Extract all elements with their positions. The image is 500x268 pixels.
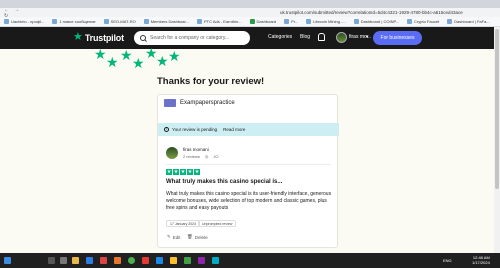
bookmark-item[interactable]: Pr... (284, 19, 298, 24)
bookmark-item[interactable]: 1 новое сообщение (52, 19, 96, 24)
location-pin-icon: ◎ (204, 154, 209, 159)
info-icon: i (164, 127, 169, 132)
favicon-icon (353, 19, 359, 24)
reviews-count: 2 reviews (183, 154, 200, 159)
edge-icon[interactable] (86, 257, 93, 264)
app-icon[interactable] (184, 257, 191, 264)
star-rating: ★ ★ ★ ★ ★ (166, 169, 200, 175)
company-name[interactable]: Exampaperspractice (180, 100, 235, 106)
search-icon (140, 35, 146, 41)
pending-text: Your review is pending (172, 127, 218, 132)
avatar (166, 147, 178, 159)
bookmark-item[interactable]: Members Dashboar... (143, 19, 189, 24)
star-icon: ★ (173, 169, 179, 175)
chrome-icon[interactable] (128, 257, 135, 264)
star-icon: ★ (180, 169, 186, 175)
company-header[interactable]: Exampaperspractice (164, 99, 235, 107)
star-icon: ★ (132, 55, 145, 71)
scrollbar[interactable] (494, 27, 500, 253)
reviewer-info: firas momani 2 reviews ◎ JO (166, 147, 219, 159)
language-indicator[interactable]: ENG (443, 258, 452, 263)
search-input[interactable] (150, 35, 246, 41)
trash-icon: 🗑 (187, 234, 193, 239)
favicon-icon (103, 19, 109, 24)
windows-start-icon[interactable] (4, 257, 11, 264)
nav-blog-link[interactable]: Blog (300, 34, 310, 40)
review-body: What truly makes this casino special is … (166, 191, 332, 211)
pencil-icon: ✎ (167, 234, 171, 239)
star-icon: ★ (187, 169, 193, 175)
browser-chrome: ← → ↻ uk.trustpilot.com/submitted/review… (0, 0, 500, 27)
delete-button[interactable]: 🗑 Delete (187, 234, 208, 240)
firefox-icon[interactable] (114, 257, 121, 264)
star-icon: ★ (166, 169, 172, 175)
search-box[interactable] (134, 31, 250, 45)
favicon-icon (249, 19, 255, 24)
favicon-icon (143, 19, 149, 24)
bookmark-item[interactable]: PTC Ads - Earnthin... (196, 19, 242, 24)
star-icon: ★ (168, 48, 181, 64)
opera-icon[interactable] (100, 257, 107, 264)
divider (166, 164, 331, 165)
star-icon: ★ (106, 54, 119, 70)
status-badge: Unprompted review (198, 220, 237, 227)
app-icon[interactable] (198, 257, 205, 264)
system-clock[interactable]: 12:48 AM 1/17/2024 (472, 255, 490, 265)
nav-categories-link[interactable]: Categories (268, 34, 292, 40)
bookmark-item[interactable]: Litecoin Mining -... (306, 19, 346, 24)
favicon-icon (4, 19, 9, 24)
bookmarks-bar: Uachieio - npoфl... 1 новое сообщение SE… (0, 17, 500, 27)
star-icon: ★ (94, 46, 107, 62)
favicon-icon (196, 19, 202, 24)
address-bar[interactable]: ← → ↻ uk.trustpilot.com/submitted/review… (0, 7, 500, 19)
favicon-icon (407, 19, 413, 24)
page-title: Thanks for your review! (157, 76, 265, 87)
for-businesses-button[interactable]: For businesses (373, 31, 422, 45)
reviewer-country: JO (213, 154, 219, 159)
bookmark-item[interactable]: Crypto Faucet (407, 19, 439, 24)
chevron-down-icon[interactable]: ▾ (366, 34, 369, 40)
app-icon[interactable] (142, 257, 149, 264)
edit-button[interactable]: ✎ Edit (167, 234, 181, 240)
app-icon[interactable] (170, 257, 177, 264)
reviewer-name: firas momani (183, 147, 209, 152)
star-icon: ★ (194, 169, 200, 175)
trustpilot-logo[interactable]: ★ Trustpilot (73, 32, 124, 43)
bookmark-item[interactable]: Dashboard | FaFa... (447, 19, 490, 24)
company-logo-icon (164, 99, 176, 107)
star-logo-icon: ★ (73, 31, 83, 43)
bookmark-item[interactable]: Uachieio - npoфl... (4, 19, 44, 24)
bookmark-item[interactable]: SEO-MAT-RO (103, 19, 136, 24)
site-header: ★ Trustpilot Categories Blog firas mo...… (0, 27, 500, 49)
review-card: Exampaperspractice i Your review is pend… (157, 94, 339, 248)
app-icon[interactable] (156, 257, 163, 264)
taskbar: ENG 12:48 AM 1/17/2024 (0, 253, 500, 268)
review-title: What truly makes this casino special is.… (166, 179, 283, 185)
bookmark-item[interactable]: Dashboard | COINP... (353, 19, 399, 24)
task-view-icon[interactable] (60, 257, 67, 264)
star-icon: ★ (156, 53, 169, 69)
date-tag: 17 January 2024 (166, 220, 201, 227)
search-icon[interactable] (48, 257, 55, 264)
star-icon: ★ (120, 47, 133, 63)
favicon-icon (306, 19, 312, 24)
clock-date: 1/17/2024 (472, 260, 490, 265)
scrollbar-thumb[interactable] (495, 29, 499, 189)
read-more-link[interactable]: Read more (223, 127, 245, 132)
file-explorer-icon[interactable] (72, 257, 79, 264)
notification-bell-icon[interactable] (318, 33, 325, 41)
bookmark-item[interactable]: Dashboard (249, 19, 276, 24)
favicon-icon (284, 19, 290, 24)
favicon-icon (447, 19, 453, 24)
confetti-stars: ★ ★ ★ ★ ★ ★ ★ (92, 46, 182, 71)
app-icon[interactable] (212, 257, 219, 264)
url-text[interactable]: uk.trustpilot.com/submitted/review?corre… (280, 10, 463, 15)
favicon-icon (52, 19, 58, 24)
avatar[interactable] (336, 32, 347, 43)
tab-strip[interactable] (0, 0, 500, 8)
pending-banner: i Your review is pending Read more (158, 123, 339, 136)
